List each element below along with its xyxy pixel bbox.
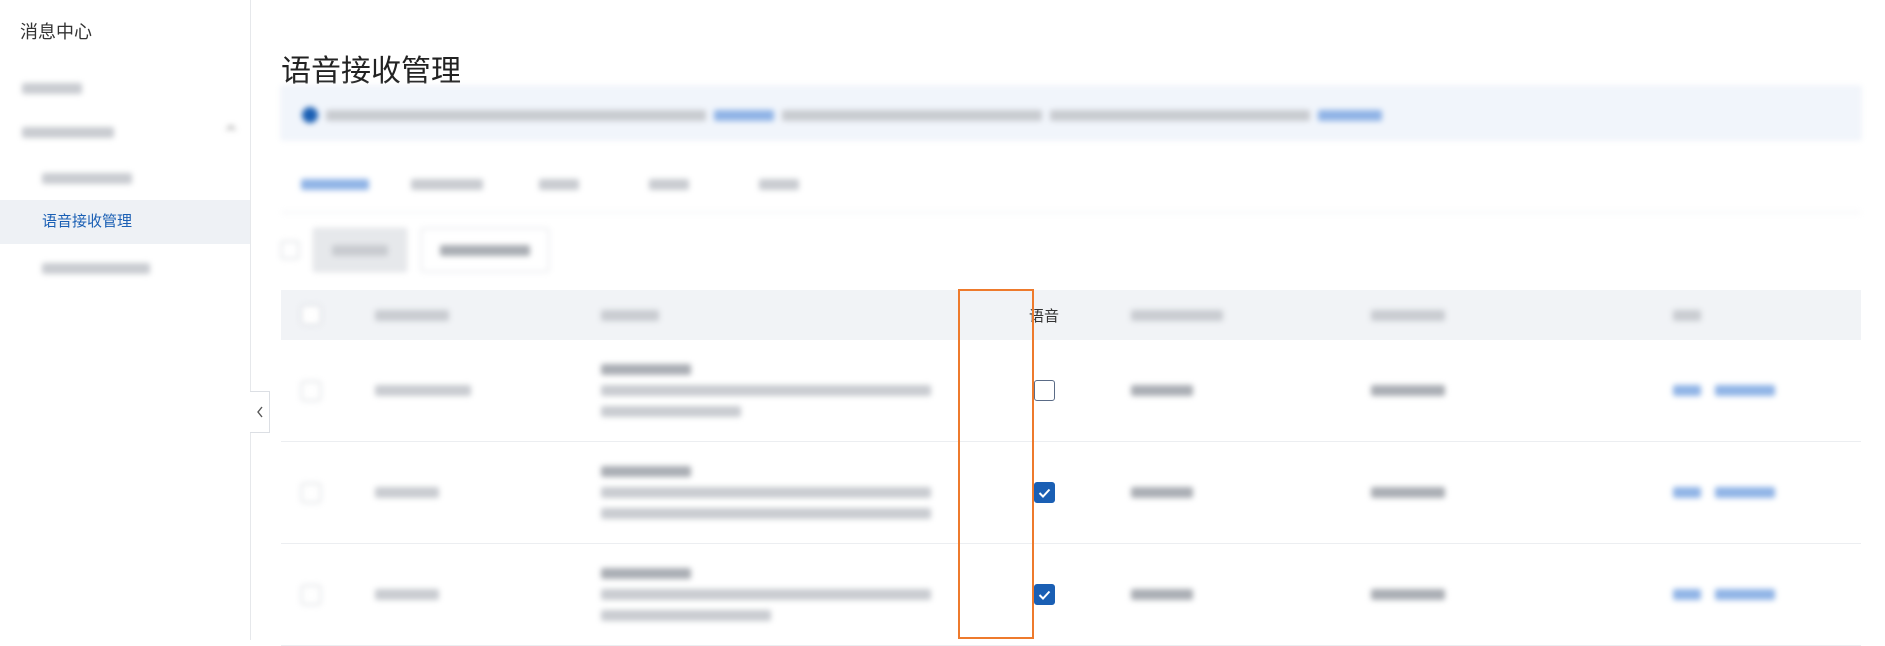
toolbar [281, 228, 549, 272]
sidebar-title: 消息中心 [20, 22, 92, 42]
notice-banner [281, 86, 1861, 140]
page-title: 语音接收管理 [281, 55, 461, 89]
check-icon [1038, 488, 1050, 498]
row-checkbox[interactable] [301, 380, 321, 401]
toolbar-button-1[interactable] [313, 228, 407, 272]
row-checkbox[interactable] [301, 584, 321, 605]
table-row [281, 340, 1861, 442]
tab-1[interactable] [301, 176, 369, 206]
sidebar-group[interactable] [0, 110, 250, 154]
select-all-checkbox[interactable] [281, 241, 299, 259]
tab-5[interactable] [759, 176, 799, 206]
header-checkbox[interactable] [301, 305, 321, 325]
row-checkbox[interactable] [301, 482, 321, 503]
sidebar: 消息中心 语音接收管理 [0, 0, 251, 640]
table-row [281, 442, 1861, 544]
message-table: 语音 [281, 290, 1861, 646]
toolbar-button-2[interactable] [421, 228, 549, 272]
tab-4[interactable] [649, 176, 689, 206]
sidebar-item-3[interactable] [0, 246, 250, 290]
table-header: 语音 [281, 290, 1861, 340]
sidebar-item-2[interactable] [0, 156, 250, 200]
table-row [281, 544, 1861, 646]
main-content: 语音接收管理 语音 [251, 0, 1885, 646]
tab-3[interactable] [539, 176, 579, 206]
tab-2[interactable] [411, 176, 483, 206]
sidebar-item-label: 语音接收管理 [42, 213, 133, 230]
tabs [281, 168, 1861, 213]
check-icon [1038, 590, 1050, 600]
voice-checkbox[interactable] [1033, 380, 1055, 401]
voice-checkbox[interactable] [1033, 584, 1055, 605]
info-icon [302, 107, 318, 123]
sidebar-item-1[interactable] [0, 66, 250, 110]
sidebar-item-voice[interactable]: 语音接收管理 [0, 200, 250, 244]
voice-checkbox[interactable] [1033, 482, 1055, 503]
voice-column-header: 语音 [1028, 307, 1059, 325]
chevron-up-icon [226, 125, 236, 131]
